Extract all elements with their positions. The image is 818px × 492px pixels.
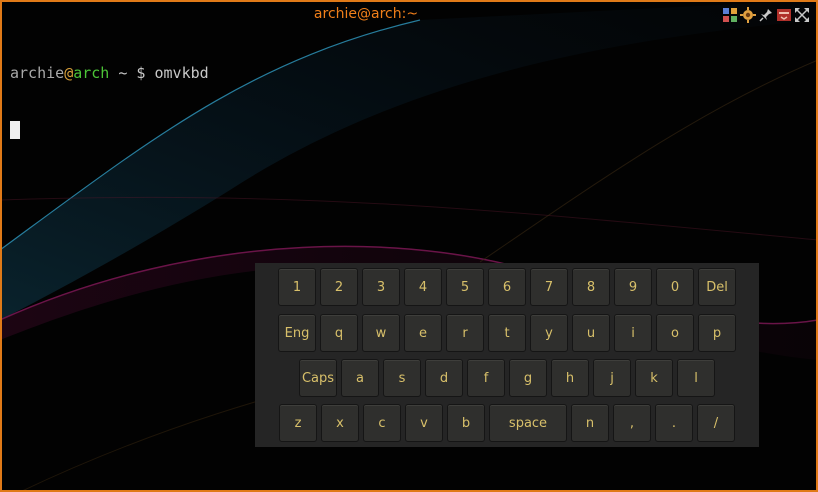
settings-gear-icon[interactable] (740, 7, 756, 23)
key-p[interactable]: p (698, 314, 736, 352)
maximize-icon[interactable] (794, 7, 810, 23)
key-t[interactable]: t (488, 314, 526, 352)
key-u[interactable]: u (572, 314, 610, 352)
typed-command: omvkbd (154, 64, 209, 82)
window-title: archie@arch:~ (313, 6, 419, 22)
prompt-path: ~ $ (109, 64, 155, 82)
key-7[interactable]: 7 (530, 268, 568, 306)
key-d[interactable]: d (425, 359, 463, 397)
input-line[interactable] (10, 121, 209, 140)
key-del[interactable]: Del (698, 268, 736, 306)
key-3[interactable]: 3 (362, 268, 400, 306)
key-b[interactable]: b (447, 404, 485, 442)
key-f[interactable]: f (467, 359, 505, 397)
key-0[interactable]: 0 (656, 268, 694, 306)
titlebar-controls (722, 7, 810, 23)
key-o[interactable]: o (656, 314, 694, 352)
window-titlebar[interactable]: archie@arch:~ (0, 0, 818, 26)
key-z[interactable]: z (279, 404, 317, 442)
key-e[interactable]: e (404, 314, 442, 352)
prompt-at: @ (64, 64, 74, 82)
key-4[interactable]: 4 (404, 268, 442, 306)
key-2[interactable]: 2 (320, 268, 358, 306)
key-slash[interactable]: / (697, 404, 735, 442)
key-g[interactable]: g (509, 359, 547, 397)
key-v[interactable]: v (405, 404, 443, 442)
key-comma[interactable]: , (613, 404, 651, 442)
key-1[interactable]: 1 (278, 268, 316, 306)
key-space[interactable]: space (489, 404, 567, 442)
key-9[interactable]: 9 (614, 268, 652, 306)
key-8[interactable]: 8 (572, 268, 610, 306)
key-a[interactable]: a (341, 359, 379, 397)
key-c[interactable]: c (363, 404, 401, 442)
layout-grid-icon[interactable] (722, 7, 738, 23)
key-j[interactable]: j (593, 359, 631, 397)
key-l[interactable]: l (677, 359, 715, 397)
prompt-host: arch (73, 64, 110, 82)
minimize-icon[interactable] (776, 7, 792, 23)
prompt-line: archie@arch ~ $ omvkbd (10, 64, 209, 83)
key-n[interactable]: n (571, 404, 609, 442)
onscreen-keyboard: 1 2 3 4 5 6 7 8 9 0 Del Eng q w e r t y u i o p Caps a s d f g h j k l z… (255, 263, 759, 447)
key-w[interactable]: w (362, 314, 400, 352)
key-i[interactable]: i (614, 314, 652, 352)
terminal-output[interactable]: archie@arch ~ $ omvkbd (10, 26, 209, 159)
key-period[interactable]: . (655, 404, 693, 442)
pin-icon[interactable] (758, 7, 774, 23)
key-caps[interactable]: Caps (299, 359, 337, 397)
key-s[interactable]: s (383, 359, 421, 397)
key-eng[interactable]: Eng (278, 314, 316, 352)
key-r[interactable]: r (446, 314, 484, 352)
text-cursor (10, 121, 20, 139)
key-k[interactable]: k (635, 359, 673, 397)
key-6[interactable]: 6 (488, 268, 526, 306)
key-y[interactable]: y (530, 314, 568, 352)
key-h[interactable]: h (551, 359, 589, 397)
prompt-user: archie (10, 64, 65, 82)
key-x[interactable]: x (321, 404, 359, 442)
key-q[interactable]: q (320, 314, 358, 352)
key-5[interactable]: 5 (446, 268, 484, 306)
